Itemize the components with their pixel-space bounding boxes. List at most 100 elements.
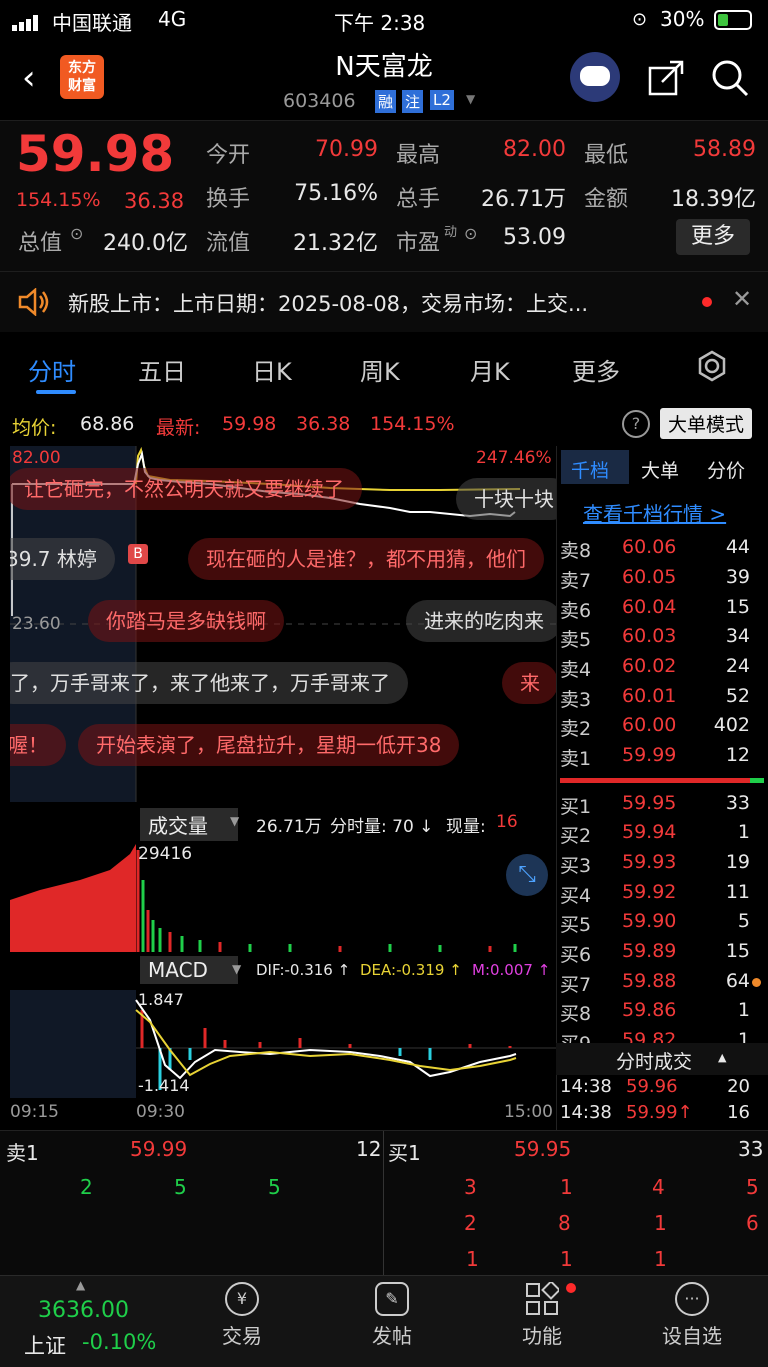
danmu-comment[interactable]: 来 [502, 662, 556, 704]
battery-percent: 30% [660, 7, 705, 31]
danmu-comment[interactable]: 39.7 林婷 [10, 538, 115, 580]
tab-weekly-k[interactable]: 周K [360, 352, 400, 387]
queue-sell-label: 卖1 [6, 1141, 39, 1165]
macd-chart[interactable]: 1.847 -1.414 [10, 990, 556, 1098]
latest-change: 36.38 [296, 413, 351, 435]
macd-header: MACD ▼ DIF:-0.316 ↑ DEA:-0.319 ↑ M:0.007… [0, 954, 556, 988]
float-cap-label: 流值 [206, 231, 251, 256]
collapse-icon: ▲ [718, 1051, 727, 1064]
more-dots-icon: ··· [675, 1282, 709, 1316]
unread-dot [702, 297, 712, 307]
share-icon[interactable] [648, 60, 684, 96]
last-price: 59.98 [16, 125, 175, 183]
tab-monthly-k[interactable]: 月K [470, 352, 510, 387]
tab-qiandang[interactable]: 千档 [571, 456, 609, 483]
nav-functions[interactable]: 功能 [492, 1280, 592, 1349]
bid-row: 买959.821 [560, 1029, 750, 1043]
order-queue: 卖1 59.99 12 买1 59.95 33 2 5 5 3 1 4 5 2 … [0, 1130, 768, 1275]
danmu-comment[interactable]: 现在砸的人是谁？，都不用猜，他们 [188, 538, 544, 580]
volume-chart[interactable]: 29416 ⤡ [10, 840, 556, 952]
tab-big-order[interactable]: 大单 [641, 456, 679, 483]
queue-buy-order: 2 [464, 1211, 477, 1235]
tag-level2: L2 [430, 90, 454, 110]
nav-post[interactable]: ✎ 发帖 [342, 1282, 442, 1349]
danmu-comment[interactable]: 开始表演了，尾盘拉升，星期一低开38 [78, 724, 460, 766]
big-order-mode-button[interactable]: 大单模式 [660, 408, 753, 439]
pre-market-volume [10, 844, 136, 952]
tab-intraday[interactable]: 分时 [28, 352, 76, 387]
carrier: 中国联通 [52, 11, 132, 35]
queue-buy-order: 4 [652, 1175, 665, 1199]
help-icon[interactable]: ? [622, 410, 650, 438]
settings-icon[interactable] [696, 350, 728, 382]
queue-buy-vol: 33 [738, 1137, 764, 1161]
nav-add-watchlist[interactable]: ··· 设自选 [642, 1282, 742, 1349]
high-label: 最高 [396, 143, 441, 168]
danmu-comment[interactable]: 十块十块 [456, 478, 556, 520]
high-value: 82.00 [503, 137, 566, 162]
nav-trade[interactable]: ¥ 交易 [192, 1282, 292, 1349]
robot-avatar-icon[interactable] [570, 52, 620, 102]
clock: 下午 2:38 [334, 11, 426, 35]
tick-header[interactable]: 分时成交 ▲ [556, 1043, 768, 1075]
tab-price-dist[interactable]: 分价 [707, 456, 745, 483]
danmu-comment[interactable]: 你踏马是多缺钱啊 [88, 600, 284, 642]
danmu-comment[interactable]: 让它砸完，不然公明天就又要继续了 [10, 468, 362, 510]
expand-icon[interactable]: ⤡ [506, 854, 548, 896]
queue-buy-order: 1 [560, 1247, 573, 1271]
macd-selector[interactable]: MACD [140, 956, 238, 984]
more-button[interactable]: 更多 [676, 219, 750, 255]
yen-icon: ¥ [225, 1282, 259, 1316]
danmu-comment[interactable]: 了，万手哥来了，来了他来了，万手哥来了 [10, 662, 408, 704]
queue-buy-label: 买1 [388, 1141, 421, 1165]
danmu-comment[interactable]: 进来的吃肉来 [406, 600, 556, 642]
volume-selector[interactable]: 成交量 [140, 808, 238, 841]
intraday-chart[interactable]: 82.00 247.46% 23.60 B 让它砸完，不然公明天就又要继续了 十… [10, 446, 556, 802]
tag-margin: 融 [375, 90, 397, 113]
buy-marker[interactable]: B [128, 544, 148, 564]
view-depth-link[interactable]: 查看千档行情 > [583, 498, 726, 527]
low-value: 58.89 [693, 137, 756, 162]
pe-info-icon[interactable]: ⊙ [464, 224, 477, 243]
queue-sell-order: 2 [80, 1175, 93, 1199]
queue-buy-price: 59.95 [514, 1137, 572, 1161]
ask-row: 卖4 60.02 24 [560, 655, 750, 681]
queue-buy-order: 1 [654, 1247, 667, 1271]
volume-value: 26.71万 [481, 187, 566, 212]
macd-m: M:0.007 ↑ [472, 961, 551, 979]
volume-total: 26.71万 [256, 817, 322, 837]
signal-icon [12, 12, 42, 31]
battery-icon [714, 10, 752, 30]
macd-dea: DEA:-0.319 ↑ [360, 961, 462, 979]
float-cap-value: 21.32亿 [293, 231, 378, 256]
pe-label: 市盈 [396, 231, 441, 256]
tab-more[interactable]: 更多 [572, 352, 620, 387]
price-axis-top: 82.00 [12, 448, 61, 468]
dropdown-icon[interactable]: ▼ [466, 92, 475, 106]
bid-row: 买8 59.86 1 [560, 999, 750, 1025]
macd-chart-svg [10, 990, 556, 1098]
danmu-comment[interactable]: 喔！ [10, 724, 66, 766]
queue-buy-order: 8 [558, 1211, 571, 1235]
bid-row: 买7 59.88 64 [560, 970, 750, 996]
expand-up-icon[interactable]: ▲ [76, 1278, 85, 1292]
queue-sell-order: 5 [268, 1175, 281, 1199]
info-icon[interactable]: ⊙ [70, 224, 83, 243]
turnover-label: 换手 [206, 187, 251, 212]
minute-volume: 分时量: 70 ↓ [330, 817, 434, 837]
now-volume: 16 [496, 812, 518, 832]
low-label: 最低 [584, 143, 629, 168]
index-value[interactable]: 3636.00 [38, 1298, 129, 1323]
time-axis-end: 15:00 [504, 1102, 553, 1122]
ask-row: 卖5 60.03 34 [560, 625, 750, 651]
notice-bar[interactable]: 新股上市：上市日期：2025-08-08，交易市场：上交... ✕ [0, 272, 768, 332]
tab-five-day[interactable]: 五日 [138, 352, 186, 387]
search-icon[interactable] [710, 58, 750, 98]
volume-max: 29416 [138, 844, 193, 864]
queue-sell-order: 5 [174, 1175, 187, 1199]
macd-top: 1.847 [138, 990, 184, 1009]
bid-row: 买6 59.89 15 [560, 940, 750, 966]
ask-row: 卖1 59.99 12 [560, 744, 750, 770]
tab-daily-k[interactable]: 日K [252, 352, 292, 387]
close-icon[interactable]: ✕ [732, 285, 752, 313]
